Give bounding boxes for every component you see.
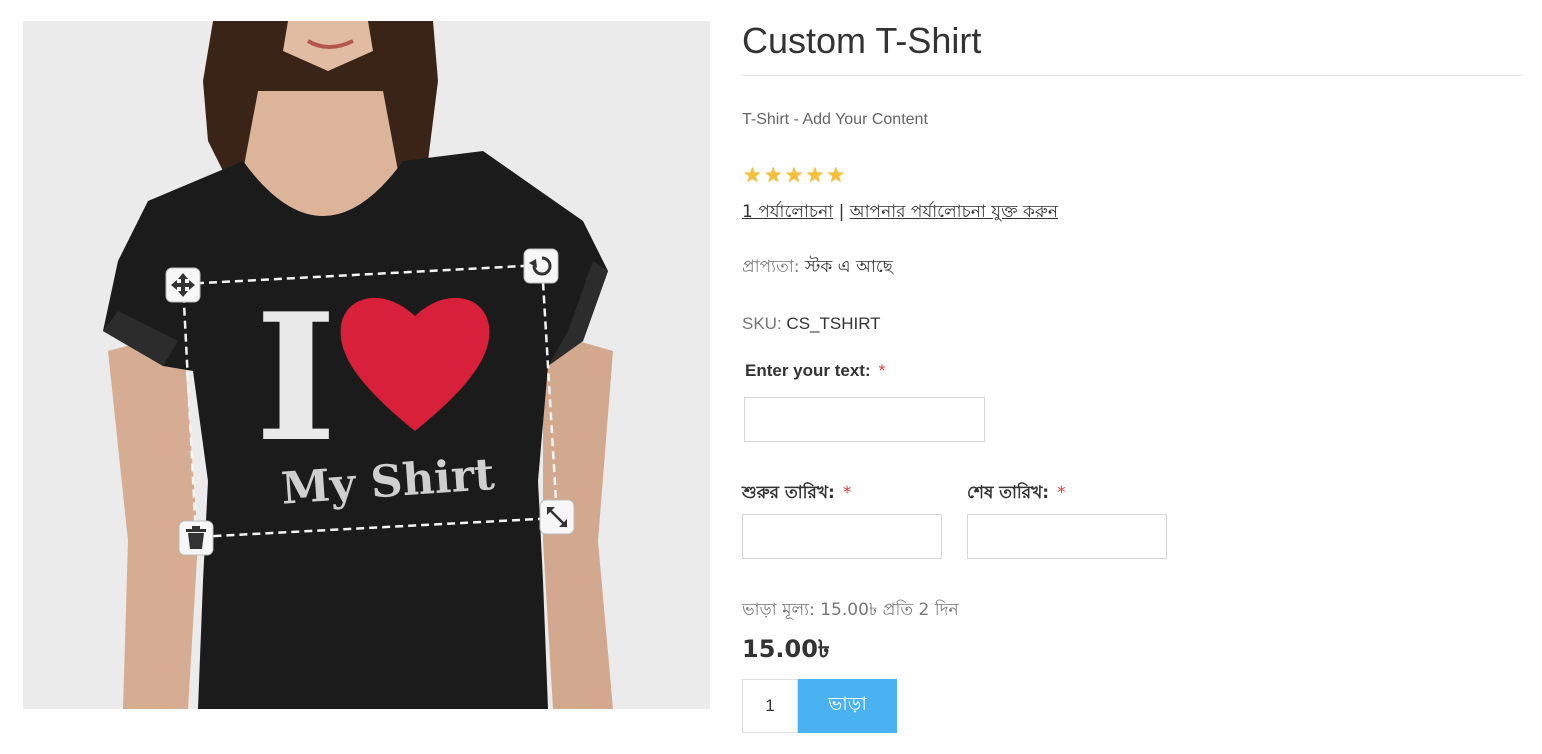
title-divider [742,75,1522,76]
reviews-links: 1 পর্যালোচনা | আপনার পর্যালোচনা যুক্ত কর… [742,199,1058,227]
star-icon: ★ [826,163,846,187]
resize-icon[interactable] [539,499,575,535]
delete-icon[interactable] [178,520,214,556]
star-icon: ★ [805,163,825,187]
text-field-label-text: Enter your text: [745,361,871,380]
product-image: I My Shirt [23,21,710,709]
short-description: T-Shirt - Add Your Content [742,111,928,128]
custom-text-input[interactable] [744,397,985,442]
move-icon[interactable] [165,267,201,303]
reviews-separator: | [833,202,850,222]
rotate-icon[interactable] [523,248,559,284]
end-date-label: শেষ তারিখ: * [967,480,1066,508]
availability-label: প্রাপ্যতা: [742,257,800,277]
rating-stars: ★ ★ ★ ★ ★ [743,163,845,187]
text-field-label: Enter your text: * [745,361,885,381]
availability: প্রাপ্যতা: স্টক এ আছে [742,254,893,282]
required-mark: * [878,361,886,380]
required-mark: * [842,483,852,503]
star-icon: ★ [743,163,762,187]
sku: SKU: CS_TSHIRT [742,314,881,334]
required-mark: * [1057,483,1066,503]
end-date-input[interactable] [967,514,1167,559]
start-date-label: শুরুর তারিখ: * [742,480,851,508]
print-letter-i: I [255,276,337,481]
sku-label: SKU: [742,314,782,333]
availability-value: স্টক এ আছে [804,257,893,277]
sku-value: CS_TSHIRT [786,314,881,333]
end-date-label-text: শেষ তারিখ: [967,483,1050,503]
start-date-input[interactable] [742,514,942,559]
star-icon: ★ [784,163,804,187]
quantity-input[interactable] [742,679,798,733]
rent-button[interactable]: ভাড়া [798,679,897,733]
add-review-link[interactable]: আপনার পর্যালোচনা যুক্ত করুন [850,202,1058,222]
product-title: Custom T-Shirt [742,20,982,61]
reviews-count-link[interactable]: 1 পর্যালোচনা [742,202,833,222]
start-date-label-text: শুরুর তারিখ: [742,483,835,503]
star-icon: ★ [763,163,783,187]
rent-price-info: ভাড়া মূল্য: 15.00৳ প্রতি 2 দিন [742,600,959,620]
price: 15.00৳ [742,635,830,663]
